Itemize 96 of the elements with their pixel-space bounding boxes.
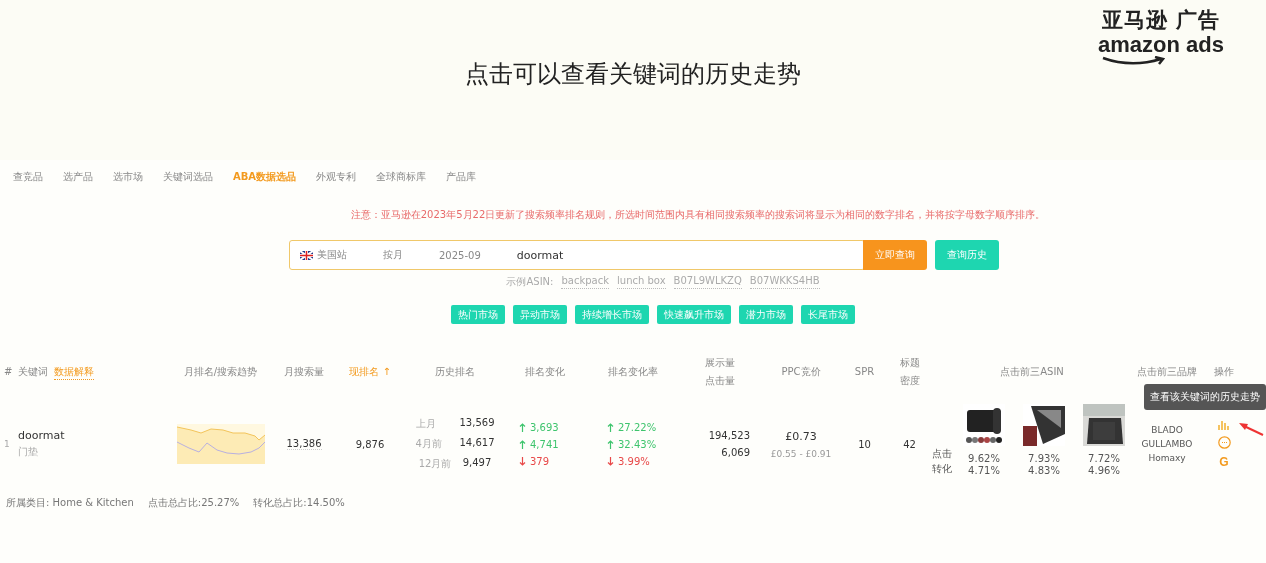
history-rank: 14,617 xyxy=(459,437,495,450)
examples-label: 示例ASIN: xyxy=(506,275,554,289)
rank-change: 4,741 xyxy=(530,438,559,450)
nav-tab[interactable]: 全球商标库 xyxy=(376,170,427,184)
asin-metric-label: 点击 xyxy=(932,447,952,461)
tooltip: 查看该关键词的历史走势 xyxy=(1144,383,1266,410)
nav-tab[interactable]: 关键词选品 xyxy=(163,170,213,184)
asin-click-share: 7.72% xyxy=(1088,453,1120,464)
flag-icon xyxy=(300,250,313,260)
example-link[interactable]: backpack xyxy=(561,275,609,289)
column-header: 月排名/搜索趋势 xyxy=(182,365,259,379)
column-header: 点击前三品牌 xyxy=(1136,365,1198,379)
column-header: SPR xyxy=(853,365,876,379)
ppc-range: £0.55 - £0.91 xyxy=(770,448,832,459)
logo-text: 亚马逊 广告 xyxy=(1101,7,1221,34)
column-header: 点击量 xyxy=(705,374,735,388)
nav-tab[interactable]: 查竞品 xyxy=(13,170,43,184)
logo-text: amazon ads xyxy=(1098,34,1224,56)
column-header: 历史排名 xyxy=(434,365,476,379)
column-header: # xyxy=(4,365,14,379)
title-density: 42 xyxy=(903,438,916,450)
column-header: PPC竞价 xyxy=(780,365,822,379)
example-link[interactable]: B07WKKS4HB xyxy=(749,275,820,289)
rank-change-rate: 32.43% xyxy=(618,438,657,450)
ppc-bid: £0.73 xyxy=(785,429,817,443)
up-arrow-icon xyxy=(519,422,526,432)
keyword-text: doormat xyxy=(18,429,65,442)
history-rank: 13,569 xyxy=(459,417,495,430)
down-arrow-icon xyxy=(607,456,614,466)
asin-conversion-share: 4.83% xyxy=(1028,465,1060,476)
site-select[interactable]: 美国站 xyxy=(317,248,347,262)
asin-conversion-share: 4.71% xyxy=(968,465,1000,476)
month-select[interactable]: 2025-09 xyxy=(439,249,481,261)
click-share-text: 点击总占比:25.27% xyxy=(147,496,240,510)
up-arrow-icon xyxy=(519,439,526,449)
slide-title: 点击可以查看关键词的历史走势 xyxy=(465,59,801,90)
conversion-share-text: 转化总占比:14.50% xyxy=(253,496,345,510)
search-button[interactable]: 立即查询 xyxy=(863,240,927,270)
column-header: 点击前三ASIN xyxy=(999,365,1065,379)
asin-conversion-share: 4.96% xyxy=(1088,465,1120,476)
notice-text: 注意：亚马逊在2023年5月22日更新了搜索频率排名规则，所选时间范围内具有相同搜索频率的搜索词将显示为相同的数字排名，并将按字母数字顺序排序。 xyxy=(349,208,1047,222)
pointer-arrow-icon xyxy=(1238,421,1264,436)
rank-change: 379 xyxy=(530,455,550,467)
column-header: 标题 xyxy=(899,356,920,370)
brand-name: BLADO xyxy=(1151,425,1183,435)
period-select[interactable]: 按月 xyxy=(383,248,403,262)
up-arrow-icon xyxy=(607,422,614,432)
market-button[interactable]: 长尾市场 xyxy=(801,305,855,324)
keyword-input[interactable]: doormat xyxy=(516,248,564,262)
column-header: 密度 xyxy=(899,374,920,388)
column-header: 月搜索量 xyxy=(283,365,325,379)
google-link[interactable]: G xyxy=(1219,454,1229,469)
clicks: 6,069 xyxy=(721,447,750,458)
bar-chart-icon[interactable] xyxy=(1218,419,1230,430)
column-header: 排名变化率 xyxy=(606,365,659,379)
asin-click-share: 7.93% xyxy=(1028,453,1060,464)
nav-tab[interactable]: 产品库 xyxy=(446,170,477,184)
brand-name: GULLAMBO xyxy=(1141,439,1193,449)
example-link[interactable]: lunch box xyxy=(617,275,666,289)
search-bar[interactable]: 美国站 按月 2025-09 doormat xyxy=(289,240,865,270)
column-header: 展示量 xyxy=(705,356,735,370)
monthly-searches: 13,386 xyxy=(286,438,322,450)
column-header: 操作 xyxy=(1213,365,1235,379)
asin-click-share: 9.62% xyxy=(968,453,1000,464)
keyword-translation: 门垫 xyxy=(18,445,38,459)
nav-tab[interactable]: 外观专利 xyxy=(316,170,357,184)
nav-tab[interactable]: 选产品 xyxy=(63,170,93,184)
market-button[interactable]: 潜力市场 xyxy=(739,305,793,324)
market-button[interactable]: 异动市场 xyxy=(513,305,567,324)
history-period: 4月前 xyxy=(415,437,443,451)
rank-change-rate: 3.99% xyxy=(618,455,650,467)
spr-value: 10 xyxy=(858,438,871,450)
down-arrow-icon xyxy=(519,456,526,466)
category-text: 所属类目: Home & Kitchen xyxy=(6,496,134,510)
example-link[interactable]: B07L9WLKZQ xyxy=(673,275,742,289)
row-index: 1 xyxy=(4,439,10,449)
asin-metric-label: 转化 xyxy=(932,462,952,476)
current-rank: 9,876 xyxy=(355,438,385,450)
brand-name: Homaxy xyxy=(1148,453,1186,463)
impressions: 194,523 xyxy=(708,430,750,441)
history-rank: 9,497 xyxy=(462,457,492,470)
market-button[interactable]: 热门市场 xyxy=(451,305,505,324)
nav-tab[interactable]: ABA数据选品 xyxy=(233,170,297,184)
column-header: 排名变化 xyxy=(524,365,566,379)
up-arrow-icon xyxy=(607,439,614,449)
column-header: 关键词 xyxy=(18,365,48,379)
market-button[interactable]: 持续增长市场 xyxy=(575,305,649,324)
more-icon[interactable] xyxy=(1217,435,1231,449)
column-header[interactable]: 现排名 ↑ xyxy=(335,363,405,381)
history-button[interactable]: 查询历史 xyxy=(935,240,999,270)
data-explain-link[interactable]: 数据解释 xyxy=(54,364,94,380)
rank-change: 3,693 xyxy=(530,421,559,433)
rank-change-rate: 27.22% xyxy=(618,421,657,433)
nav-tab[interactable]: 选市场 xyxy=(113,170,143,184)
market-button[interactable]: 快速飙升市场 xyxy=(657,305,731,324)
history-period: 12月前 xyxy=(418,457,451,471)
